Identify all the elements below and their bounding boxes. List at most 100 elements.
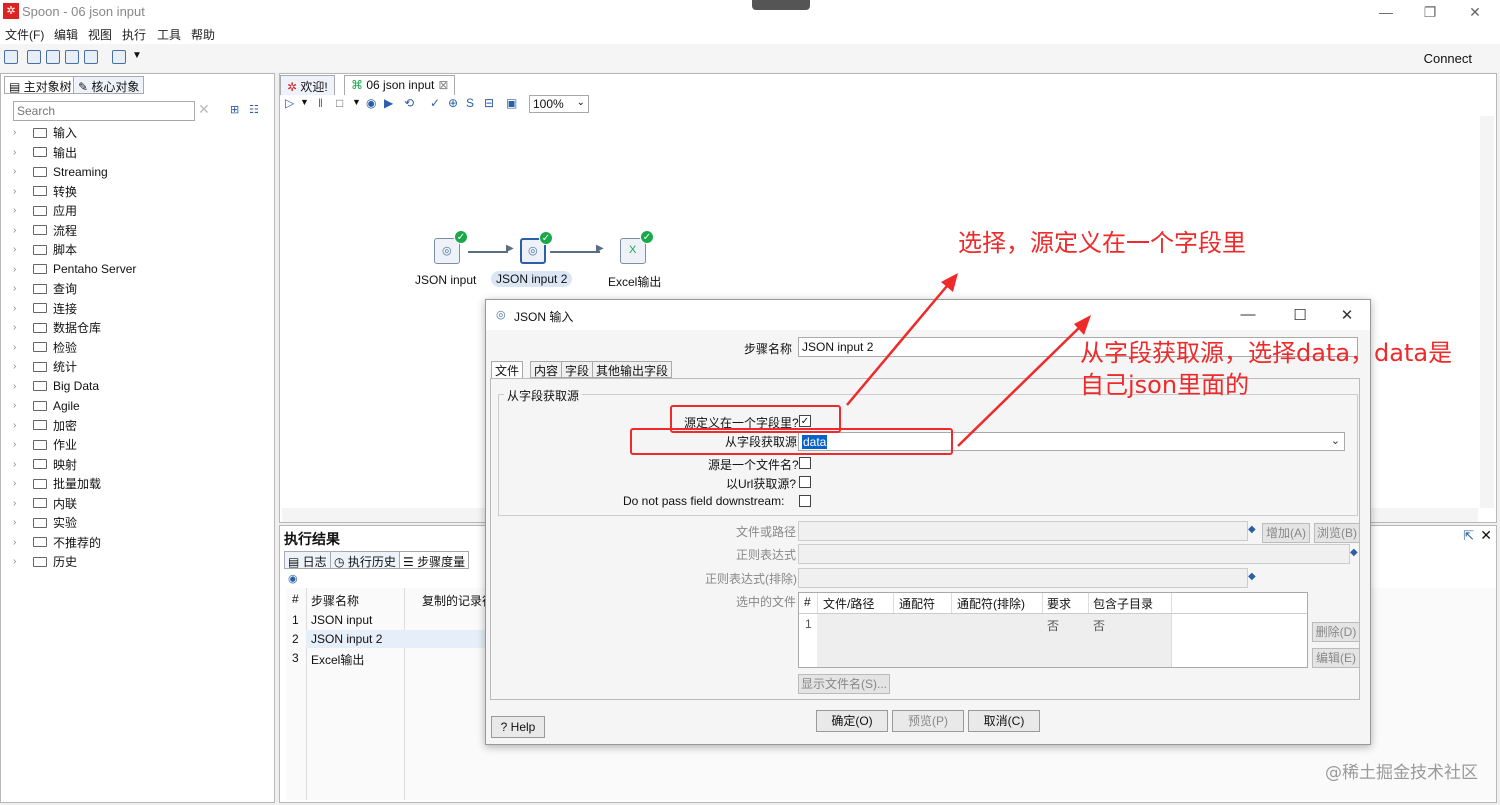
row-step-name[interactable]: JSON input (311, 613, 372, 627)
verify-icon[interactable]: ✓ (430, 96, 440, 110)
hop-arrow[interactable] (468, 251, 508, 253)
stop-dropdown-icon[interactable]: ▼ (352, 97, 361, 107)
eye-icon[interactable]: ◉ (288, 572, 298, 585)
close-icon[interactable]: ✕ (1480, 527, 1492, 544)
chevron-right-icon[interactable]: › (13, 459, 25, 470)
tab-welcome[interactable]: ✲ 欢迎! (280, 75, 335, 95)
chevron-right-icon[interactable]: › (13, 517, 25, 528)
tab-fields[interactable]: 字段 (561, 361, 594, 378)
menu-tools[interactable]: 工具 (157, 26, 181, 43)
chevron-right-icon[interactable]: › (13, 361, 25, 372)
hop-arrow[interactable] (550, 251, 600, 253)
menu-file[interactable]: 文件(F) (5, 26, 44, 43)
chevron-right-icon[interactable]: › (13, 498, 25, 509)
delete-button[interactable]: 删除(D) (1312, 622, 1360, 642)
explore-repo-icon[interactable] (46, 50, 60, 64)
chevron-right-icon[interactable]: › (13, 205, 25, 216)
row-include-subdirs[interactable]: 否 (1093, 617, 1105, 634)
tab-content[interactable]: 内容 (530, 361, 563, 378)
replay-icon[interactable]: ⟲ (404, 96, 414, 110)
step-json-input[interactable]: ◎ ✓ (434, 230, 468, 264)
tab-file[interactable]: 文件 (491, 361, 524, 378)
tree-item[interactable]: › 转换 (13, 182, 77, 201)
save-as-icon[interactable] (84, 50, 98, 64)
chevron-right-icon[interactable]: › (13, 303, 25, 314)
chevron-right-icon[interactable]: › (13, 342, 25, 353)
close-tab-icon[interactable]: ⊠ (438, 78, 448, 92)
connect-button[interactable]: Connect (1424, 51, 1472, 66)
menu-edit[interactable]: 编辑 (54, 26, 78, 43)
close-icon[interactable]: ✕ (1465, 3, 1485, 21)
save-icon[interactable] (65, 50, 79, 64)
search-input[interactable] (13, 101, 195, 121)
minimize-icon[interactable]: — (1376, 3, 1396, 21)
vertical-scrollbar[interactable] (1480, 116, 1494, 508)
open-file-icon[interactable] (27, 50, 41, 64)
menu-run[interactable]: 执行 (122, 26, 146, 43)
tab-main-tree[interactable]: ▤ 主对象树 (4, 76, 77, 94)
chevron-right-icon[interactable]: › (13, 186, 25, 197)
browse-button[interactable]: 浏览(B) (1314, 523, 1360, 543)
tree-item[interactable]: › 统计 (13, 357, 77, 376)
new-file-icon[interactable] (4, 50, 18, 64)
impact-icon[interactable]: ⊕ (448, 96, 458, 110)
step-excel-output[interactable]: X ✓ (620, 230, 654, 264)
step-json-input-2[interactable]: ◎ ✓ (520, 231, 553, 264)
tree-item[interactable]: › Agile (13, 396, 80, 415)
tree-item[interactable]: › 输入 (13, 123, 77, 142)
maximize-icon[interactable]: ⇱ (1463, 528, 1474, 544)
preview-button[interactable]: 预览(P) (892, 710, 964, 732)
chevron-right-icon[interactable]: › (13, 264, 25, 275)
menu-help[interactable]: 帮助 (191, 26, 215, 43)
pause-icon[interactable]: ‖ (318, 96, 323, 110)
clear-search-icon[interactable]: ✕ (198, 101, 210, 118)
help-button[interactable]: ? Help (491, 716, 545, 738)
chevron-right-icon[interactable]: › (13, 556, 25, 567)
run-dropdown-icon[interactable]: ▼ (300, 97, 309, 107)
chevron-right-icon[interactable]: › (13, 400, 25, 411)
close-icon[interactable]: ✕ (1337, 306, 1357, 324)
tree-item[interactable]: › 输出 (13, 143, 77, 162)
no-pass-field-checkbox[interactable] (799, 495, 811, 507)
chevron-right-icon[interactable]: › (13, 166, 25, 177)
tab-step-metrics[interactable]: ☰ 步骤度量 (399, 551, 470, 569)
zoom-select[interactable]: 100% ⌄ (529, 95, 589, 113)
chevron-right-icon[interactable]: › (13, 244, 25, 255)
regex-exclude-input[interactable] (798, 568, 1248, 588)
maximize-icon[interactable]: ☐ (1290, 306, 1310, 324)
layers-dropdown-icon[interactable]: ▼ (132, 50, 142, 61)
tree-item[interactable]: › 流程 (13, 221, 77, 240)
minimize-icon[interactable]: — (1238, 306, 1258, 323)
tree-item[interactable]: › 实验 (13, 513, 77, 532)
tree-item[interactable]: › 内联 (13, 494, 77, 513)
tree-item[interactable]: › 脚本 (13, 240, 77, 259)
preview-icon[interactable]: ◉ (366, 96, 376, 110)
tab-history[interactable]: ◷ 执行历史 (330, 551, 400, 569)
chevron-right-icon[interactable]: › (13, 322, 25, 333)
tab-core-objects[interactable]: ✎ 核心对象 (73, 76, 145, 94)
menu-view[interactable]: 视图 (88, 26, 112, 43)
tree-item[interactable]: › 数据仓库 (13, 318, 101, 337)
cancel-button[interactable]: 取消(C) (968, 710, 1040, 732)
tree-item[interactable]: › Pentaho Server (13, 260, 136, 279)
stop-icon[interactable]: □ (336, 96, 343, 110)
add-button[interactable]: 增加(A) (1262, 523, 1310, 543)
chevron-right-icon[interactable]: › (13, 147, 25, 158)
run-icon[interactable]: ▷ (285, 96, 294, 110)
chevron-right-icon[interactable]: › (13, 381, 25, 392)
tree-item[interactable]: › 批量加载 (13, 474, 101, 493)
row-step-name[interactable]: Excel输出 (311, 651, 364, 668)
chevron-right-icon[interactable]: › (13, 420, 25, 431)
ok-button[interactable]: 确定(O) (816, 710, 888, 732)
row-required[interactable]: 否 (1047, 617, 1059, 634)
debug-icon[interactable]: ▶ (384, 96, 393, 110)
src-url-checkbox[interactable] (799, 476, 811, 488)
file-path-input[interactable] (798, 521, 1248, 541)
tree-item[interactable]: › 检验 (13, 338, 77, 357)
chevron-right-icon[interactable]: › (13, 537, 25, 548)
chevron-right-icon[interactable]: › (13, 283, 25, 294)
tree-item[interactable]: › 加密 (13, 416, 77, 435)
edit-button[interactable]: 编辑(E) (1312, 648, 1360, 668)
show-results-icon[interactable]: ▣ (506, 96, 517, 110)
tree-item[interactable]: › 应用 (13, 201, 77, 220)
